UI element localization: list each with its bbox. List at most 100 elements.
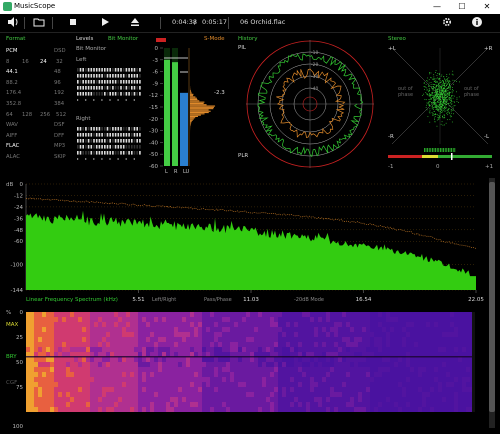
spectrogram-cell (30, 332, 34, 337)
spectrogram-cell (122, 382, 126, 387)
spectrogram-cell (434, 387, 438, 392)
spectrogram-cell (114, 372, 118, 377)
spectrogram-cell (154, 402, 158, 407)
spectrogram-cell (418, 392, 422, 397)
spectrogram-cell (422, 327, 426, 332)
spectrogram-cell (246, 362, 250, 367)
meter-mode-label[interactable]: S-Mode (204, 36, 224, 42)
spectrogram-cell (322, 367, 326, 372)
spectrogram-cell (282, 322, 286, 327)
spectrogram-cell (222, 372, 226, 377)
spectrogram-cell (118, 332, 122, 337)
spectrogram-cell (402, 357, 406, 362)
spectrogram-cell (390, 362, 394, 367)
stop-icon[interactable] (66, 16, 80, 30)
stereo-point (434, 96, 436, 97)
vertical-scrollbar[interactable] (489, 178, 495, 428)
stereo-point (433, 81, 435, 82)
stereo-point (438, 94, 440, 95)
spectrogram-cell (58, 387, 62, 392)
stereo-point (446, 94, 448, 96)
spectrogram-cell (138, 317, 142, 322)
spectrogram-cell (186, 342, 190, 347)
spectrogram-cell (226, 362, 230, 367)
stereo-point (429, 99, 431, 100)
bit-cell (128, 86, 130, 90)
spectrogram-cell (338, 357, 342, 362)
spectrogram-cell (102, 362, 106, 367)
phase-indicator (451, 153, 453, 160)
spectrogram-cell (298, 387, 302, 392)
spectrogram-cell (218, 357, 222, 362)
spectrogram-cell (110, 367, 114, 372)
spectrogram-cell (450, 332, 454, 337)
close-button[interactable]: ✕ (476, 0, 498, 14)
bit-cell (93, 133, 95, 137)
spectrogram-cell (118, 322, 122, 327)
spectrogram-cell (426, 367, 430, 372)
volume-icon[interactable] (6, 16, 20, 30)
spectrogram-cell (166, 397, 170, 402)
maximize-button[interactable]: ☐ (451, 0, 473, 14)
spectrogram-cell (366, 322, 370, 327)
spectrogram-cell (222, 342, 226, 347)
spectrogram-cell (406, 402, 410, 407)
stereo-point (441, 92, 443, 94)
levels-mode-label[interactable]: Bit Monitor (108, 36, 138, 42)
spectrogram-cell (446, 362, 450, 367)
bit-cell (139, 74, 141, 78)
spectrogram-cell (258, 312, 262, 317)
spectrogram-cell (82, 372, 86, 377)
stereo-point (433, 101, 435, 103)
spectrogram-cell (270, 332, 274, 337)
open-folder-icon[interactable] (32, 16, 46, 30)
spectrogram-cell (386, 322, 390, 327)
spectrogram-cell (318, 312, 322, 317)
spectrogram-cell (86, 327, 90, 332)
spectrogram-cell (94, 342, 98, 347)
spectrogram-cell (74, 317, 78, 322)
spectrogram-cell (138, 312, 142, 317)
stereo-point (434, 92, 435, 94)
spectrogram-cell (406, 357, 410, 362)
spectrogram-cell (322, 322, 326, 327)
spectrogram-cell (458, 367, 462, 372)
format-row: 88.2 96 (6, 80, 72, 87)
stereo-point (452, 83, 454, 85)
spectrogram-cell (230, 327, 234, 332)
spectrogram-cell (122, 392, 126, 397)
info-icon[interactable] (470, 16, 484, 30)
spectrogram-cell (214, 402, 218, 407)
stereo-point (444, 106, 445, 108)
stereo-point (430, 94, 432, 95)
spectrogram-cell (406, 392, 410, 397)
spectrogram-cell (118, 372, 122, 377)
spectrogram-cell (330, 332, 334, 337)
spectrogram-cell (50, 322, 54, 327)
spectrogram-cell (342, 312, 346, 317)
stereo-point (449, 88, 451, 90)
minimize-button[interactable]: — (426, 0, 448, 14)
spectrogram-cell (38, 362, 42, 367)
spectrogram-cell (134, 407, 138, 412)
play-icon[interactable] (98, 16, 112, 30)
left-channel-label: Left (76, 57, 87, 63)
spectrogram-cell (422, 342, 426, 347)
stereo-point (445, 81, 447, 82)
spectrogram-cell (290, 377, 294, 382)
bit-cell (93, 74, 95, 78)
stereo-point (451, 73, 453, 75)
spectrogram-cell (446, 317, 450, 322)
eject-icon[interactable] (128, 16, 142, 30)
spectrogram-cell (58, 342, 62, 347)
scrollbar-thumb[interactable] (489, 182, 495, 412)
gear-icon[interactable] (440, 16, 454, 30)
spectrogram-cell (146, 327, 150, 332)
spectrogram-cell (326, 382, 330, 387)
stereo-point (440, 94, 442, 95)
spectrogram-cell (102, 337, 106, 342)
right-channel-label: Right (76, 116, 91, 122)
spectrogram-cell (314, 357, 318, 362)
spectrogram-cell (102, 367, 106, 372)
stereo-point (431, 87, 433, 89)
